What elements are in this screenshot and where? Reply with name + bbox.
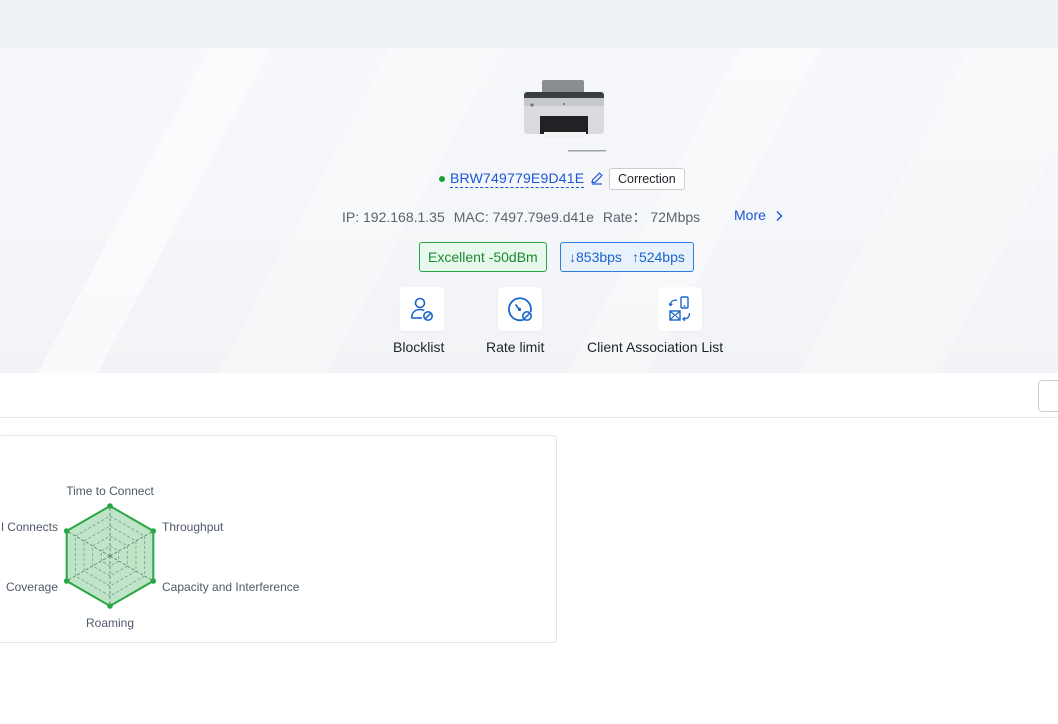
edit-icon[interactable] [590, 171, 604, 185]
radar-label-roaming: Roaming [86, 616, 134, 630]
toolbar-button[interactable] [1038, 380, 1058, 412]
radar-label-throughput: Throughput [162, 520, 224, 534]
ip-address: IP: 192.168.1.35 [342, 209, 445, 225]
radar-point [107, 603, 113, 609]
blocklist-action[interactable]: Blocklist [393, 287, 444, 355]
radar-label-coverage: Coverage [6, 580, 58, 594]
radar-label-time-to-connect: Time to Connect [66, 484, 154, 498]
blocklist-label: Blocklist [393, 339, 445, 355]
download-rate: ↓853bps [569, 249, 622, 265]
radar-label-capacity: Capacity and Interference [162, 580, 300, 594]
radar-point [63, 528, 70, 534]
online-status-dot [439, 176, 445, 182]
more-link[interactable]: More [734, 207, 783, 223]
signal-strength-badge: Excellent -50dBm [419, 242, 547, 272]
speed-limit-icon [508, 297, 533, 322]
device-name-row: BRW749779E9D41E Correction [0, 168, 1058, 190]
rate-limit-action[interactable]: Rate limit [486, 287, 544, 355]
link-rate: Rate： 72Mbps [602, 209, 701, 225]
chevron-right-icon [776, 211, 783, 221]
correction-button[interactable]: Correction [609, 168, 685, 190]
radar-label-connects: l Connects [1, 520, 58, 534]
more-label: More [734, 207, 766, 223]
radar-point [150, 528, 157, 534]
printer-icon [524, 80, 606, 152]
radar-point [63, 578, 70, 584]
device-name-link[interactable]: BRW749779E9D41E [450, 170, 585, 188]
upload-rate: ↑524bps [631, 249, 685, 265]
tab-divider [0, 417, 1058, 418]
top-bar [0, 0, 1058, 48]
client-association-action[interactable]: Client Association List [587, 287, 723, 355]
user-block-icon [410, 297, 433, 321]
device-info: IP: 192.168.1.35 MAC: 7497.79e9.d41e Rate：… [342, 207, 709, 225]
radar-point [150, 578, 157, 584]
traffic-rate-badge: ↓853bps ↑524bps [560, 242, 694, 272]
radar-chart: Time to Connect Throughput Capacity and … [1, 484, 300, 630]
client-association-label: Client Association List [587, 339, 724, 355]
rate-limit-label: Rate limit [486, 339, 545, 355]
radar-series-area [65, 504, 155, 608]
radar-point [107, 503, 113, 509]
experience-radar-card: Time to Connect Throughput Capacity and … [0, 435, 557, 643]
mac-address: MAC: 7497.79e9.d41e [453, 209, 594, 225]
association-icon [668, 296, 691, 322]
